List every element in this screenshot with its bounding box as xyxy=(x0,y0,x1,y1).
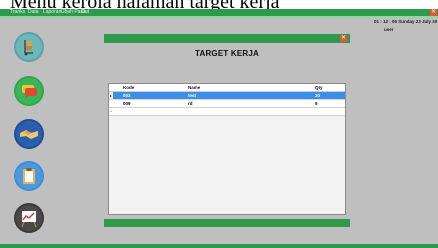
cell-name[interactable]: test xyxy=(188,92,308,99)
menu-item-laporan[interactable]: Laporan xyxy=(43,9,61,16)
clipboard-icon xyxy=(14,161,44,191)
menu-item-tranks[interactable]: Tranks xyxy=(10,9,25,16)
panel-title: TARGET KERJA xyxy=(194,49,260,58)
column-header-kode[interactable]: Kode xyxy=(123,84,183,91)
user-label: user xyxy=(384,27,394,32)
panel-header: × xyxy=(104,34,350,43)
handshake-icon xyxy=(14,119,44,149)
chat-bubble-icon xyxy=(14,76,44,106)
row-marker: * xyxy=(110,109,112,114)
row-marker: ▸ xyxy=(109,92,113,99)
sidebar-button-4[interactable] xyxy=(14,161,44,191)
cell-qty[interactable]: 20 xyxy=(315,92,343,99)
cell-qty[interactable]: 5 xyxy=(315,100,343,107)
sidebar-button-3[interactable] xyxy=(14,119,44,149)
menu-item-out[interactable]: Out xyxy=(81,9,89,16)
chart-board-icon xyxy=(14,203,44,233)
table-row[interactable]: ▸ 002 test 20 xyxy=(109,92,345,100)
close-icon: × xyxy=(431,9,436,15)
user-dolly-icon xyxy=(14,32,44,62)
cell-name[interactable]: rd xyxy=(188,100,308,107)
table-row[interactable]: 009 rd 5 xyxy=(109,100,345,108)
panel-close-button[interactable]: × xyxy=(340,35,347,42)
column-header-name[interactable]: Name xyxy=(188,84,308,91)
panel-footer xyxy=(104,219,350,227)
close-icon: × xyxy=(341,35,346,41)
cell-kode[interactable]: 009 xyxy=(123,100,183,107)
column-header-qty[interactable]: Qty xyxy=(315,84,343,91)
menu-item-data[interactable]: Data xyxy=(28,9,39,16)
sidebar-button-2[interactable] xyxy=(14,76,44,106)
window-close-button[interactable]: × xyxy=(430,9,437,16)
table-row-new[interactable]: * xyxy=(109,108,345,116)
sidebar-button-1[interactable] xyxy=(14,32,44,62)
bottom-bar xyxy=(0,244,438,248)
row-marker xyxy=(109,100,113,107)
menu-bar: Tranks Data Laporan Ubah Pass Out xyxy=(0,9,438,16)
target-kerja-panel: × TARGET KERJA Kode Name Qty ▸ 002 test … xyxy=(104,34,350,227)
target-grid[interactable]: Kode Name Qty ▸ 002 test 20 009 rd 5 * xyxy=(108,83,346,215)
cell-kode[interactable]: 002 xyxy=(123,92,183,99)
sidebar-button-5[interactable] xyxy=(14,203,44,233)
grid-header-row: Kode Name Qty xyxy=(109,84,345,92)
clock-label: 01 : 12 : 05 Sunday 23 July 20 xyxy=(374,19,438,24)
